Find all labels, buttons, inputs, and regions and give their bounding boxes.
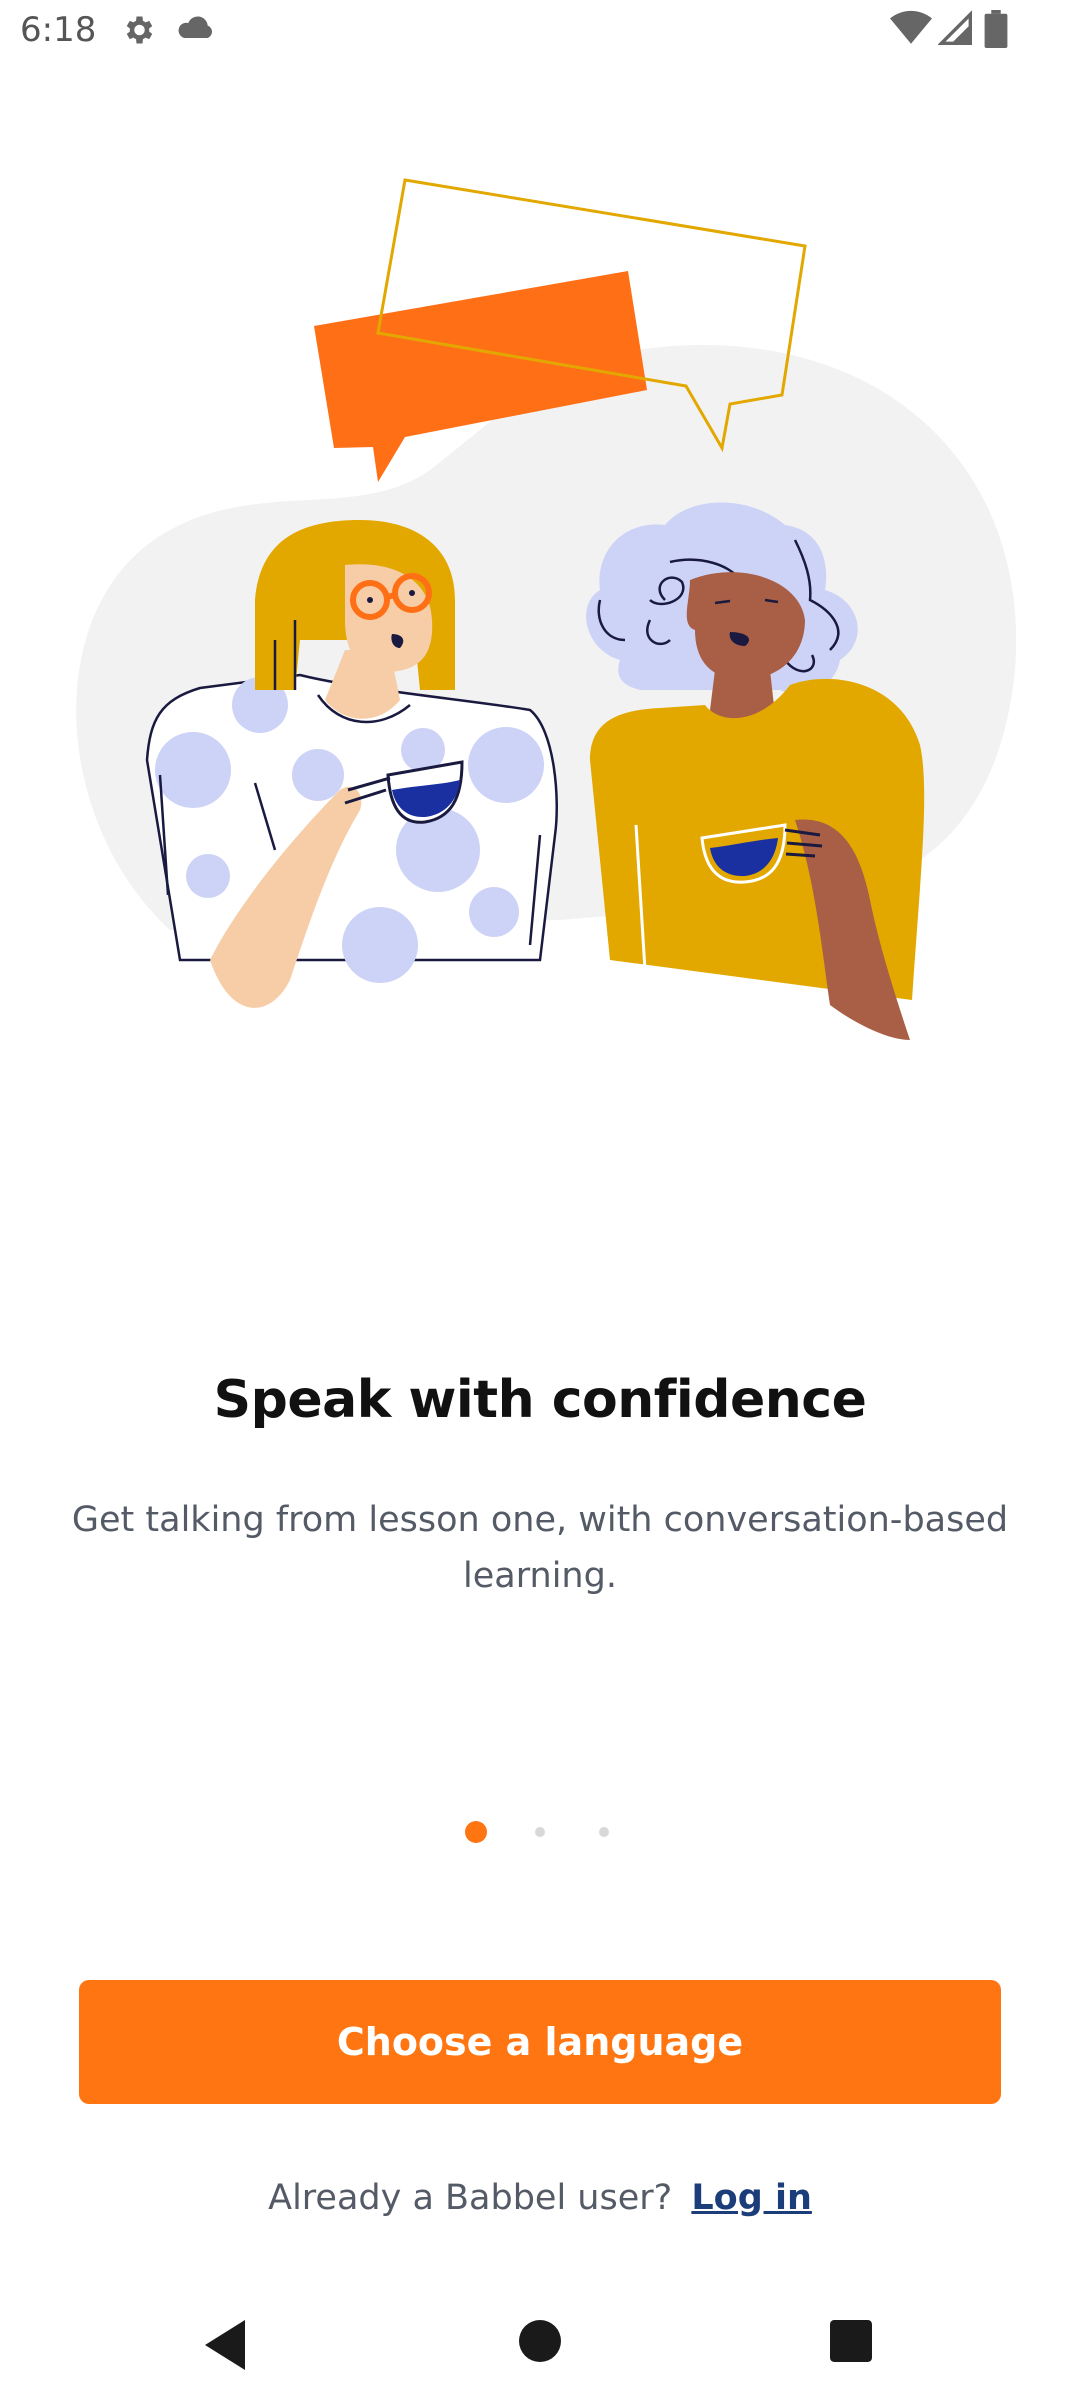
status-bar: 6:18 <box>0 0 1080 64</box>
battery-icon <box>984 10 1008 48</box>
home-icon[interactable] <box>519 2320 561 2362</box>
login-row: Already a Babbel user? Log in <box>0 2178 1080 2218</box>
back-icon[interactable] <box>205 2320 249 2370</box>
page-dot[interactable] <box>599 1827 609 1837</box>
cloud-icon <box>178 16 213 38</box>
signal-icon <box>938 10 972 45</box>
recents-icon[interactable] <box>830 2320 872 2362</box>
choose-language-button[interactable]: Choose a language <box>79 1980 1001 2104</box>
page-subtitle: Get talking from lesson one, with conver… <box>71 1500 1009 1596</box>
page-title: Speak with confidence <box>213 1370 867 1430</box>
login-link[interactable]: Log in <box>691 2178 812 2218</box>
status-time: 6:18 <box>20 10 97 50</box>
gear-icon <box>126 16 153 44</box>
system-nav-bar <box>0 2300 1080 2400</box>
login-prompt: Already a Babbel user? <box>268 2178 673 2218</box>
two-people-talking-illustration <box>76 178 1017 1040</box>
page-dot-active[interactable] <box>465 1821 487 1843</box>
page-indicator <box>0 1820 1080 1844</box>
page-dot[interactable] <box>535 1827 545 1837</box>
wifi-icon <box>890 10 932 44</box>
